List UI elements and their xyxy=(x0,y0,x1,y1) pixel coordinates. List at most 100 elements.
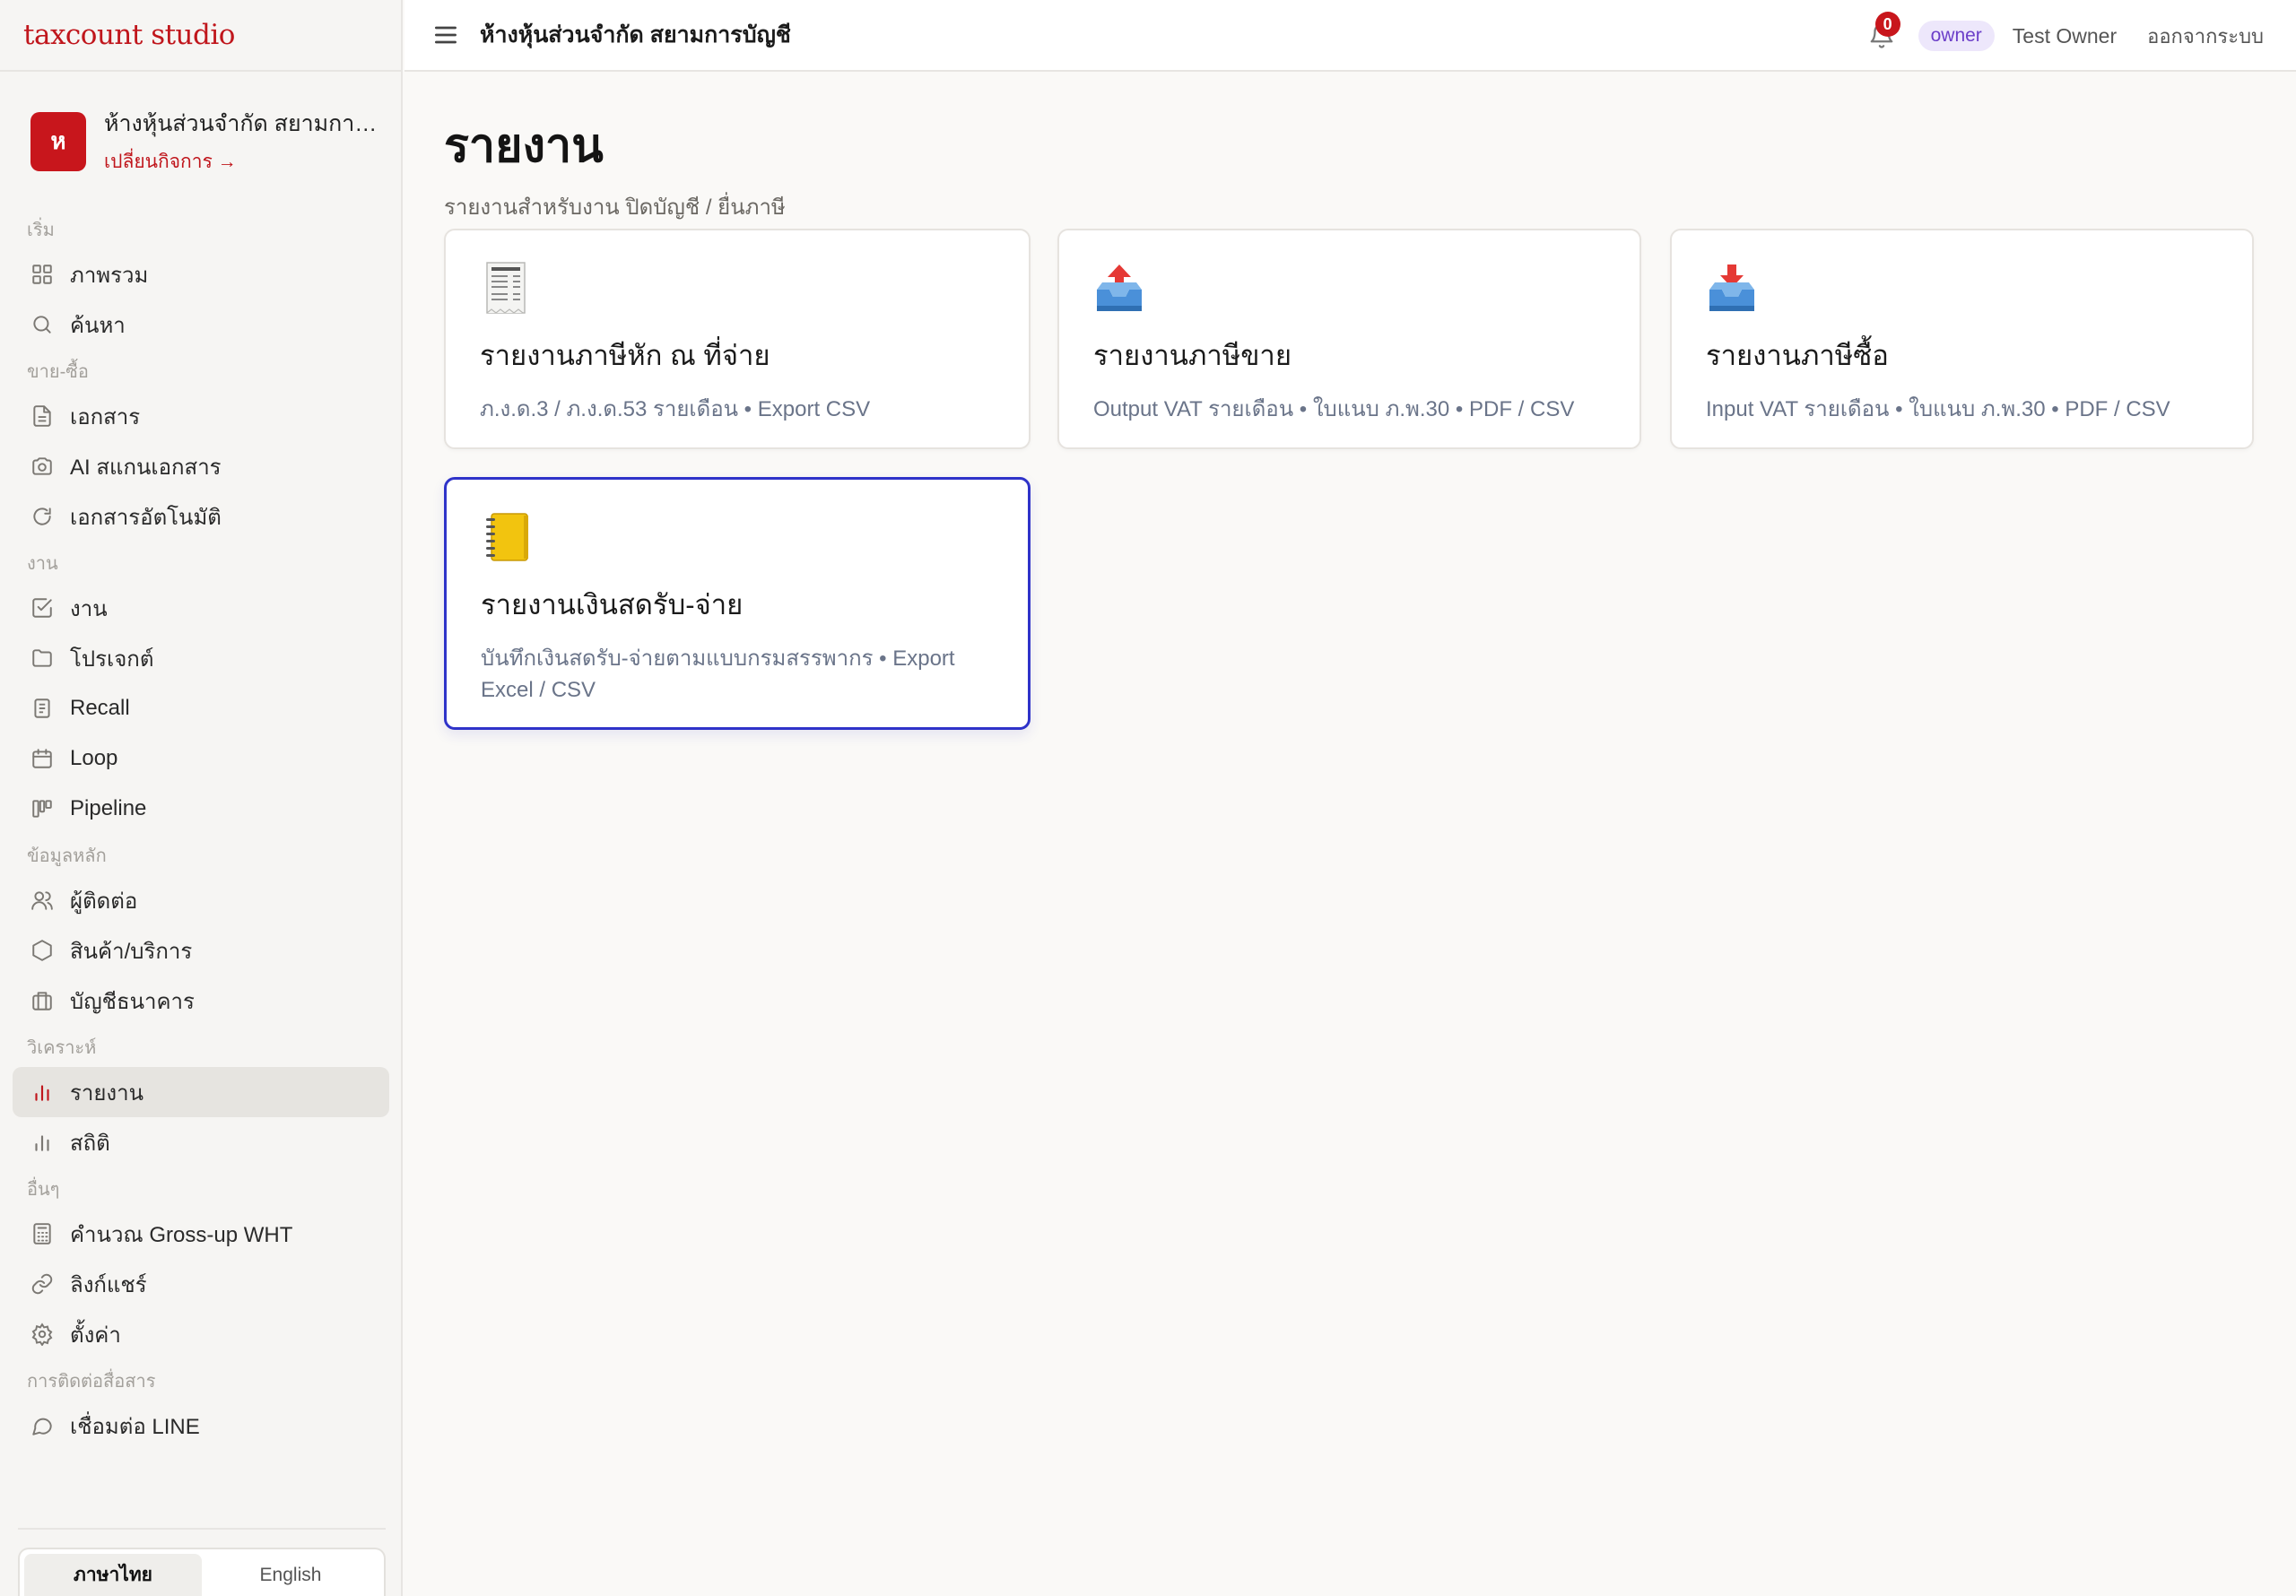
sidebar-item-label: สถิติ xyxy=(70,1131,110,1156)
sidebar-item-label: เอกสารอัตโนมัติ xyxy=(70,505,222,530)
sidebar-item-label: สินค้า/บริการ xyxy=(70,939,193,964)
sidebar-item[interactable]: คำนวณ Gross-up WHT xyxy=(13,1209,389,1259)
sidebar-item[interactable]: งาน xyxy=(13,583,389,633)
nav-group-label: การติดต่อสื่อสาร xyxy=(27,1372,156,1392)
sidebar-item[interactable]: โปรเจกต์ xyxy=(13,633,389,683)
link-icon xyxy=(30,1272,54,1296)
receipt-icon xyxy=(30,697,54,720)
search-icon xyxy=(30,313,54,336)
language-switcher: ภาษาไทย English xyxy=(18,1548,386,1596)
sidebar-nav: เริ่มภาพรวมค้นหาขาย-ซื้อเอกสาร AI สแกนเอก… xyxy=(13,208,389,1451)
sidebar-item[interactable]: AI สแกนเอกสาร xyxy=(13,441,389,491)
hamburger-menu-icon[interactable] xyxy=(431,21,460,49)
sidebar-item[interactable]: ตั้งค่า xyxy=(13,1309,389,1359)
receipt-icon xyxy=(480,261,532,315)
sidebar: taxcount studio ห ห้างหุ้นส่วนจำกัด สยาม… xyxy=(0,0,403,1596)
nav-group-label: งาน xyxy=(27,554,58,574)
brand-logo[interactable]: taxcount studio xyxy=(0,0,401,72)
check-square-icon xyxy=(30,596,54,620)
hexagon-icon xyxy=(30,939,54,962)
sidebar-item-label: Recall xyxy=(70,696,130,720)
report-card-title: รายงานภาษีหัก ณ ที่จ่าย xyxy=(480,340,770,371)
page-title: รายงาน xyxy=(444,120,604,172)
sidebar-divider xyxy=(18,1528,386,1530)
role-badge: owner xyxy=(1918,21,1995,51)
topbar: ห้างหุ้นส่วนจำกัด สยามการบัญชี 0 owner T… xyxy=(404,0,2296,72)
sidebar-item-label: บัญชีธนาคาร xyxy=(70,989,195,1014)
sidebar-item-label: ตั้งค่า xyxy=(70,1323,121,1348)
logout-button[interactable]: ออกจากระบบ xyxy=(2147,21,2264,52)
report-card-description: Output VAT รายเดือน • ใบแนบ ภ.พ.30 • PDF… xyxy=(1093,397,1575,421)
outbox-tray-icon xyxy=(1093,261,1145,315)
sidebar-item-label: Loop xyxy=(70,746,118,770)
bar-chart-icon xyxy=(30,1080,54,1104)
calculator-icon xyxy=(30,1222,54,1245)
sidebar-item-label: ลิงก์แชร์ xyxy=(70,1272,147,1297)
users-icon xyxy=(30,889,54,912)
ledger-notebook-icon xyxy=(481,510,533,564)
bar-chart-icon xyxy=(30,1131,54,1154)
report-card-title: รายงานภาษีขาย xyxy=(1093,340,1292,371)
briefcase-icon xyxy=(30,989,54,1012)
nav-group-label: เริ่ม xyxy=(27,221,55,240)
sidebar-item-label: ค้นหา xyxy=(70,313,126,338)
sidebar-item[interactable]: Recall xyxy=(13,683,389,733)
language-thai-button[interactable]: ภาษาไทย xyxy=(24,1554,202,1596)
business-title: ห้างหุ้นส่วนจำกัด สยามการบัญชี xyxy=(480,22,791,48)
report-card-description: ภ.ง.ด.3 / ภ.ง.ด.53 รายเดือน • Export CSV xyxy=(480,397,871,421)
notification-bell-icon[interactable]: 0 xyxy=(1868,12,1900,49)
sidebar-item-label: งาน xyxy=(70,596,108,621)
sidebar-item-label: ภาพรวม xyxy=(70,263,149,288)
sidebar-item-label: รายงาน xyxy=(70,1080,144,1106)
user-name[interactable]: Test Owner xyxy=(2013,24,2117,48)
sidebar-item[interactable]: ค้นหา xyxy=(13,299,389,350)
switch-business-link[interactable]: เปลี่ยนกิจการ → xyxy=(104,147,382,177)
main-content: รายงาน รายงานสำหรับงาน ปิดบัญชี / ยื่นภา… xyxy=(444,72,2296,224)
notification-count-badge: 0 xyxy=(1874,12,1900,37)
report-card-input-vat[interactable]: รายงานภาษีซื้อ Input VAT รายเดือน • ใบแน… xyxy=(1670,229,2254,449)
nav-group-label: ขาย-ซื้อ xyxy=(27,362,89,382)
sidebar-item[interactable]: สินค้า/บริการ xyxy=(13,925,389,976)
sidebar-item[interactable]: สถิติ xyxy=(13,1117,389,1167)
refresh-icon xyxy=(30,505,54,528)
sidebar-item-label: เชื่อมต่อ LINE xyxy=(70,1414,200,1439)
business-name: ห้างหุ้นส่วนจำกัด สยามการ... xyxy=(104,111,382,136)
camera-icon xyxy=(30,455,54,478)
nav-group-label: ข้อมูลหลัก xyxy=(27,846,107,866)
nav-group-label: วิเคราะห์ xyxy=(27,1038,97,1058)
report-card-description: บันทึกเงินสดรับ-จ่ายตามแบบกรมสรรพากร • E… xyxy=(481,646,955,702)
sidebar-item-label: Pipeline xyxy=(70,796,147,820)
report-card-cash[interactable]: รายงานเงินสดรับ-จ่าย บันทึกเงินสดรับ-จ่า… xyxy=(444,477,1031,730)
sidebar-item-label: คำนวณ Gross-up WHT xyxy=(70,1222,293,1247)
sidebar-item[interactable]: รายงาน xyxy=(13,1067,389,1117)
sidebar-item[interactable]: เอกสารอัตโนมัติ xyxy=(13,491,389,542)
sidebar-item-label: โปรเจกต์ xyxy=(70,646,154,672)
report-card-output-vat[interactable]: รายงานภาษีขาย Output VAT รายเดือน • ใบแน… xyxy=(1057,229,1641,449)
page-subtitle: รายงานสำหรับงาน ปิดบัญชี / ยื่นภาษี xyxy=(444,195,786,220)
sidebar-item-label: AI สแกนเอกสาร xyxy=(70,455,222,480)
sidebar-item[interactable]: เอกสาร xyxy=(13,391,389,441)
language-english-button[interactable]: English xyxy=(202,1554,379,1596)
folder-icon xyxy=(30,646,54,670)
gear-icon xyxy=(30,1323,54,1346)
nav-group-label: อื่นๆ xyxy=(27,1180,60,1200)
sidebar-item[interactable]: ภาพรวม xyxy=(13,249,389,299)
sidebar-item[interactable]: บัญชีธนาคาร xyxy=(13,976,389,1026)
sidebar-item[interactable]: Loop xyxy=(13,733,389,784)
report-card-title: รายงานภาษีซื้อ xyxy=(1706,340,1889,371)
business-avatar: ห xyxy=(30,111,86,171)
report-card-description: Input VAT รายเดือน • ใบแนบ ภ.พ.30 • PDF … xyxy=(1706,397,2170,421)
kanban-icon xyxy=(30,797,54,820)
inbox-tray-icon xyxy=(1706,261,1758,315)
report-card-wht[interactable]: รายงานภาษีหัก ณ ที่จ่าย ภ.ง.ด.3 / ภ.ง.ด.… xyxy=(444,229,1031,449)
grid-icon xyxy=(30,263,54,286)
sidebar-item[interactable]: เชื่อมต่อ LINE xyxy=(13,1401,389,1451)
sidebar-item[interactable]: Pipeline xyxy=(13,784,389,834)
chat-icon xyxy=(30,1414,54,1437)
sidebar-item[interactable]: ผู้ติดต่อ xyxy=(13,875,389,925)
sidebar-item-label: ผู้ติดต่อ xyxy=(70,889,138,914)
business-switcher[interactable]: ห ห้างหุ้นส่วนจำกัด สยามการ... เปลี่ยนกิ… xyxy=(30,106,389,177)
sidebar-item-label: เอกสาร xyxy=(70,404,141,429)
document-icon xyxy=(30,404,54,428)
sidebar-item[interactable]: ลิงก์แชร์ xyxy=(13,1259,389,1309)
